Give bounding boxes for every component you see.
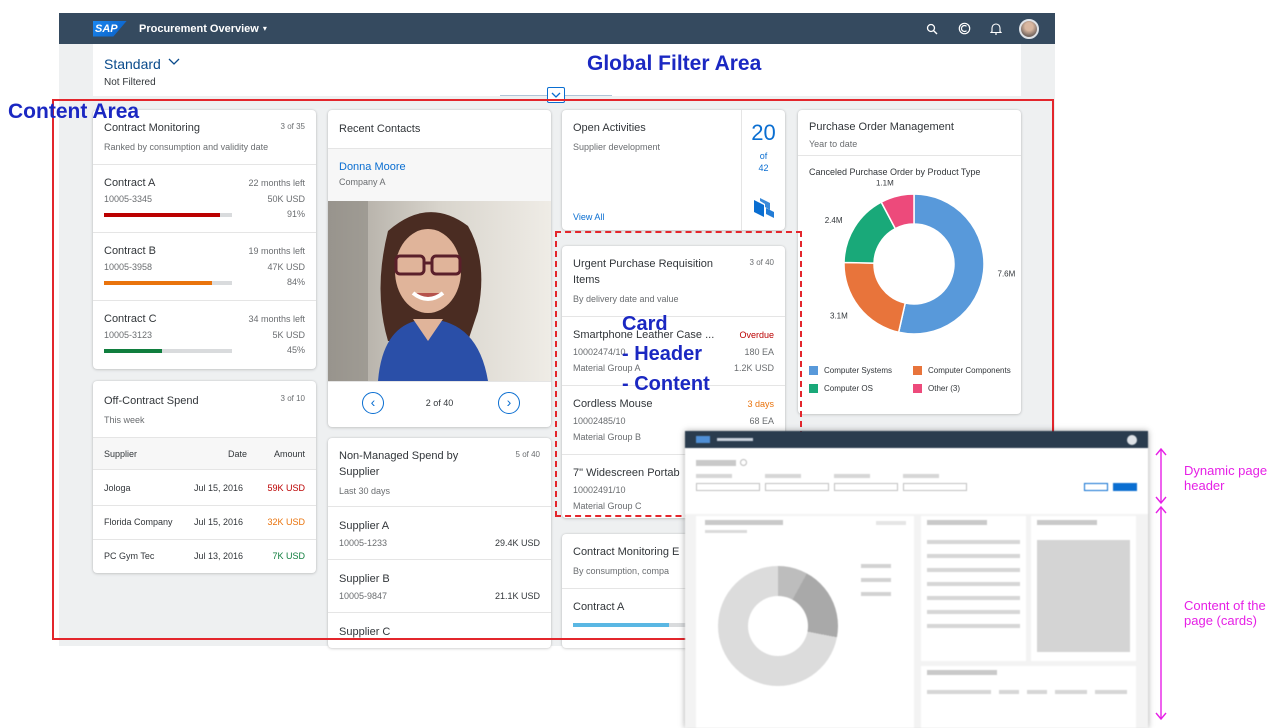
wire-title [717,438,753,441]
header-annotation: - Header [622,343,703,365]
wire-card [921,516,1026,661]
annotation-line: Content of the [1184,598,1266,613]
variant-selector[interactable]: Standard [104,56,161,72]
search-icon[interactable] [923,20,941,38]
chevron-down-icon[interactable]: ▾ [263,24,267,33]
content-area-annotation: Content Area [8,100,140,123]
wire-header [685,448,1148,514]
wire-logo [696,436,710,443]
annotation-line: header [1184,478,1225,493]
content-annotation: - Content [622,373,710,395]
app-title[interactable]: Procurement Overview [139,23,259,35]
filter-status: Not Filtered [104,77,156,88]
wire-avatar [1127,435,1137,445]
chevron-down-icon[interactable] [168,56,180,70]
user-avatar[interactable] [1019,18,1039,39]
sap-logo[interactable]: SAP [93,20,127,37]
wire-card [921,666,1136,728]
annotation-line: Dynamic page [1184,463,1268,478]
card-annotation: Card [622,313,668,335]
dynamic-header-annotation: Dynamic page header [1184,463,1267,493]
global-filter-annotation: Global Filter Area [587,52,762,75]
wire-shell [685,431,1148,448]
shell-bar: SAP Procurement Overview ▾ [59,13,1055,44]
wire-card [1031,516,1136,661]
pink-bracket [1155,447,1167,721]
wire-card [696,516,914,728]
page-content-annotation: Content of the page (cards) [1184,598,1266,628]
copilot-icon[interactable] [955,20,973,38]
annotation-line: page (cards) [1184,613,1257,628]
page-layout-wireframe [685,431,1148,728]
bell-icon[interactable] [987,20,1005,38]
